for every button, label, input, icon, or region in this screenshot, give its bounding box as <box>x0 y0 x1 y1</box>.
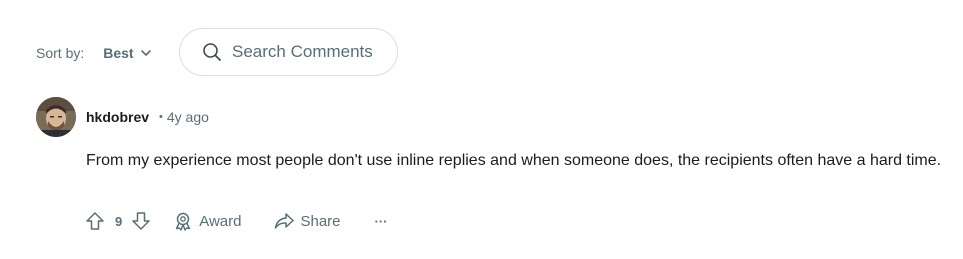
chevron-down-icon <box>140 50 151 56</box>
comment-author[interactable]: hkdobrev <box>86 109 149 125</box>
share-label: Share <box>300 212 341 230</box>
search-icon <box>203 43 221 61</box>
award-label: Award <box>199 212 242 230</box>
upvote-icon <box>86 212 104 230</box>
sort-bar: Sort by: Best <box>36 28 152 78</box>
avatar[interactable] <box>36 97 76 137</box>
downvote-icon <box>132 212 150 230</box>
upvote-button[interactable] <box>84 210 106 232</box>
search-input[interactable] <box>230 41 394 63</box>
avatar-image <box>36 97 76 137</box>
comment-actions: 9 Award Share ··· <box>84 206 388 236</box>
vote-score: 9 <box>115 213 123 229</box>
share-button[interactable]: Share <box>274 211 341 231</box>
share-icon <box>275 213 295 229</box>
comment-timestamp[interactable]: 4y ago <box>167 109 209 125</box>
more-options-button[interactable]: ··· <box>375 214 388 229</box>
more-options-icon: ··· <box>374 213 388 229</box>
sort-dropdown[interactable]: Best <box>103 45 151 61</box>
comment-body: From my experience most people don't use… <box>86 152 942 169</box>
sort-value: Best <box>103 45 134 61</box>
award-button[interactable]: Award <box>173 211 241 231</box>
meta-separator: • <box>159 111 163 123</box>
search-comments-box[interactable] <box>179 28 398 76</box>
sort-label: Sort by: <box>36 45 85 61</box>
award-icon <box>176 212 191 231</box>
comment-meta: hkdobrev • 4y ago <box>86 109 209 125</box>
downvote-button[interactable] <box>130 210 152 232</box>
